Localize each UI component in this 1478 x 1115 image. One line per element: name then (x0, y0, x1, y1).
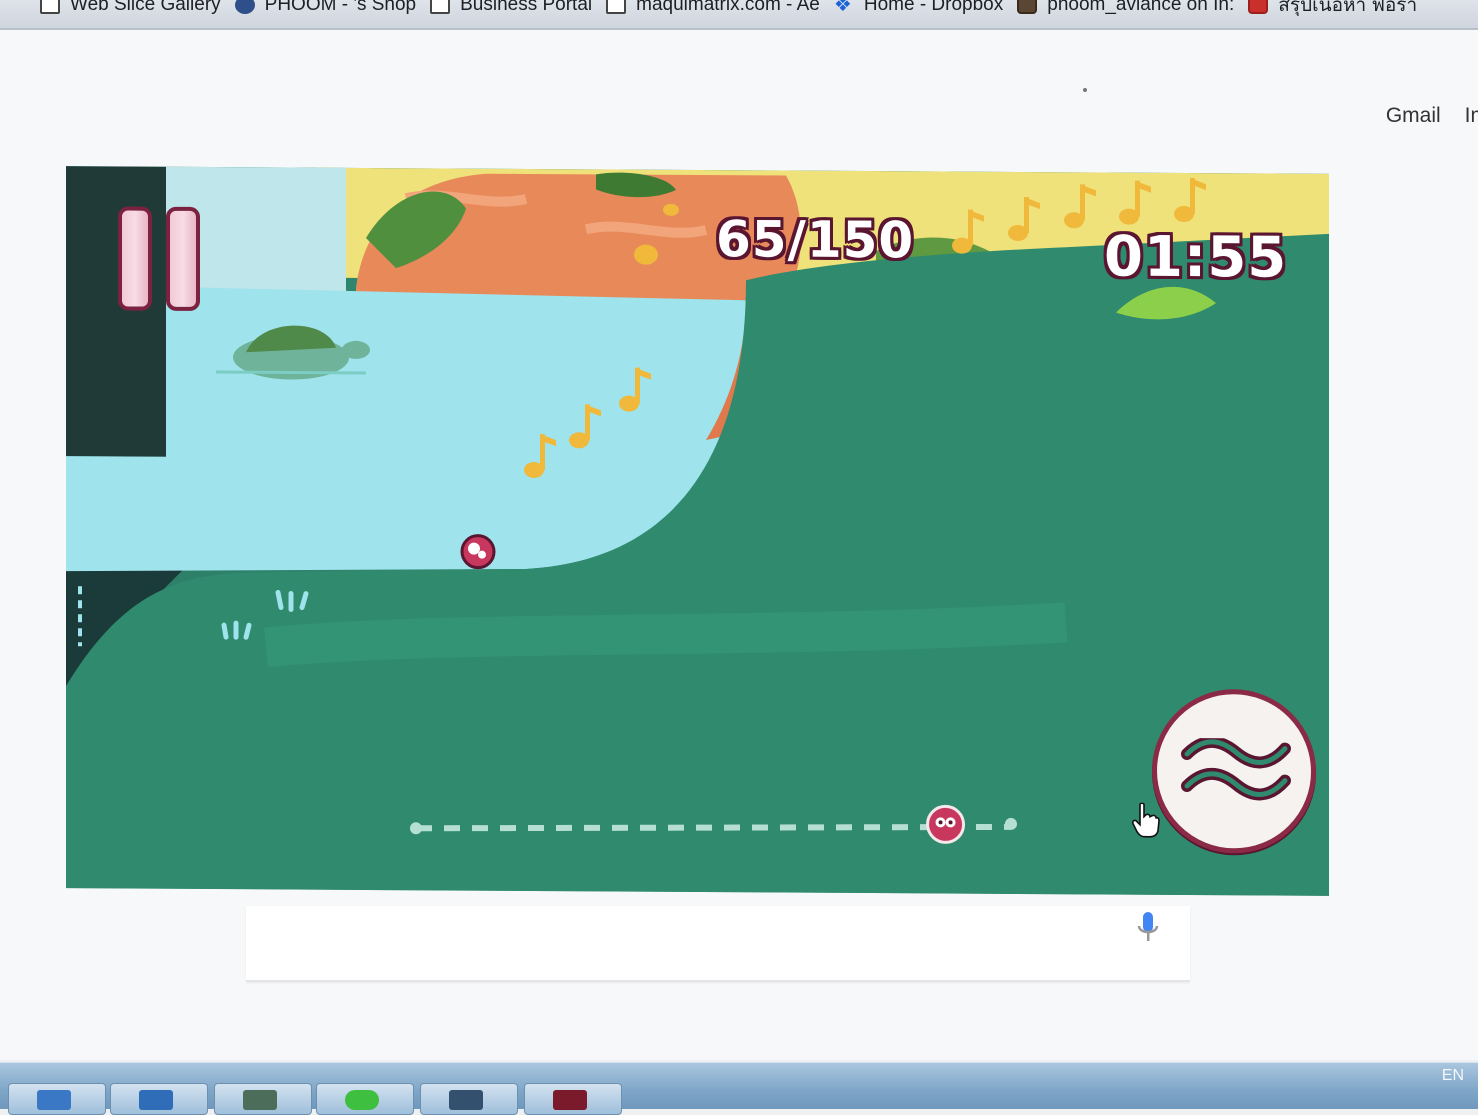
language-indicator[interactable]: EN (1442, 1067, 1464, 1085)
bookmark-label: Business Portal (460, 0, 593, 15)
line-app-icon (345, 1090, 379, 1110)
taskbar-acrobat-button[interactable] (524, 1083, 622, 1115)
progress-marker (926, 804, 966, 844)
bookmark-business-portal[interactable]: Business Portal (430, 0, 606, 16)
images-link[interactable]: Im (1465, 104, 1478, 128)
bookmark-thai-summary[interactable]: สรุปเนื้อหา ฟอรา (1248, 0, 1431, 16)
pause-bar-left (118, 206, 152, 311)
explorer-icon (37, 1090, 71, 1110)
timer: 01:55 (1104, 224, 1288, 291)
pause-bar-right (166, 206, 200, 311)
bookmark-instagram[interactable]: phoom_aviance on In: (1017, 0, 1248, 16)
spreadsheet-icon (243, 1090, 277, 1110)
network-icon (449, 1090, 483, 1110)
microphone-icon[interactable] (1136, 910, 1160, 946)
bookmark-web-slice-gallery[interactable]: Web Slice Gallery (40, 0, 235, 16)
taskbar-folder-button[interactable] (110, 1083, 208, 1115)
bookmark-maquimatrix[interactable]: maquimatrix.com - Ae (606, 0, 834, 16)
coin (663, 203, 679, 216)
doodle-game[interactable]: 65/150 01:55 (66, 166, 1329, 896)
taskbar-line-button[interactable] (316, 1083, 414, 1115)
app-icon (1248, 0, 1269, 14)
taskbar-explorer-button[interactable] (8, 1083, 106, 1115)
page-icon (606, 0, 627, 14)
search-box[interactable] (246, 906, 1190, 982)
progress-end (1005, 817, 1017, 830)
taskbar-spreadsheet-button[interactable] (214, 1083, 312, 1115)
pause-button[interactable] (118, 206, 210, 317)
page-icon (40, 0, 60, 14)
folder-icon (139, 1090, 173, 1110)
bookmark-label: Web Slice Gallery (70, 0, 221, 15)
coin (634, 244, 658, 265)
bookmark-label: maquimatrix.com - Ae (636, 0, 820, 15)
taskbar: EN (0, 1062, 1478, 1115)
bookmark-dropbox[interactable]: ❖ Home - Dropbox (834, 0, 1017, 16)
bookmark-label: Home - Dropbox (863, 0, 1004, 15)
acrobat-icon (553, 1090, 587, 1110)
grass-texture (264, 602, 1068, 668)
taskbar-network-button[interactable] (420, 1083, 518, 1115)
dropbox-icon: ❖ (833, 0, 852, 16)
progress-start (410, 822, 422, 835)
bookmark-label: phoom_aviance on In: (1047, 0, 1235, 15)
water-pool (66, 286, 746, 572)
wave-icon (1181, 737, 1291, 801)
page-icon (430, 0, 451, 14)
swim-button[interactable] (1152, 688, 1316, 854)
bookmark-phoom-shop[interactable]: PHOOM - 's Shop (234, 0, 430, 16)
bookmark-label: PHOOM - 's Shop (264, 0, 417, 15)
instagram-icon (1017, 0, 1038, 14)
globe-icon (234, 0, 255, 14)
decorative-dot (1083, 88, 1087, 92)
gmail-link[interactable]: Gmail (1386, 104, 1441, 128)
score-counter: 65/150 (716, 210, 915, 270)
player-character (460, 534, 496, 570)
bookmark-label: สรุปเนื้อหา ฟอรา (1278, 0, 1418, 16)
top-links: Gmail Im (1386, 104, 1478, 128)
hand-cursor-icon (1132, 802, 1160, 838)
bookmarks-bar: Web Slice Gallery PHOOM - 's Shop Busine… (0, 0, 1478, 30)
